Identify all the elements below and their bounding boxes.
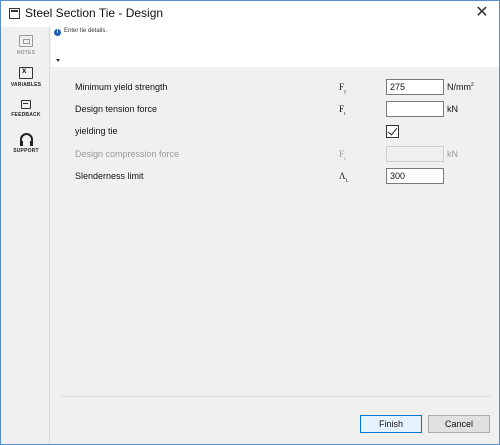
info-message: Enter tie details. bbox=[64, 28, 108, 34]
cancel-button[interactable]: Cancel bbox=[428, 415, 490, 433]
field-symbol: Ft bbox=[339, 104, 346, 117]
close-button[interactable]: ✕ bbox=[465, 1, 499, 27]
form-row-yielding-tie: yielding tie bbox=[51, 122, 499, 142]
sidebar-item-label: NOTES bbox=[16, 50, 36, 56]
title-bar[interactable]: Steel Section Tie - Design ✕ bbox=[1, 1, 499, 27]
field-symbol: Fc bbox=[339, 149, 347, 162]
sidebar-item-label: VARIABLES bbox=[10, 82, 42, 88]
sidebar: NOTES VARIABLES FEEDBACK SUPPORT bbox=[2, 27, 50, 444]
field-symbol: Fy bbox=[339, 82, 347, 95]
window-title: Steel Section Tie - Design bbox=[25, 6, 164, 20]
field-label: yielding tie bbox=[75, 126, 118, 136]
sidebar-item-notes[interactable]: NOTES bbox=[2, 35, 50, 65]
form-row-tension-force: Design tension force Ft kN bbox=[51, 100, 499, 120]
variables-icon bbox=[19, 66, 33, 79]
tension-force-input[interactable] bbox=[386, 101, 444, 117]
field-label: Design tension force bbox=[75, 104, 158, 114]
sidebar-item-label: FEEDBACK bbox=[11, 112, 41, 118]
finish-button[interactable]: Finish bbox=[360, 415, 422, 433]
field-label: Minimum yield strength bbox=[75, 82, 168, 92]
slenderness-limit-input[interactable] bbox=[386, 168, 444, 184]
sidebar-item-variables[interactable]: VARIABLES bbox=[2, 66, 50, 97]
field-symbol: ΛL bbox=[339, 171, 349, 184]
field-unit: kN bbox=[447, 104, 458, 114]
form-row-slenderness-limit: Slenderness limit ΛL bbox=[51, 167, 499, 187]
sidebar-item-label: SUPPORT bbox=[13, 148, 39, 154]
field-unit: kN bbox=[447, 149, 458, 159]
field-unit: N/mm2 bbox=[447, 82, 474, 92]
app-icon bbox=[9, 8, 20, 19]
feedback-icon bbox=[21, 100, 31, 109]
field-label: Slenderness limit bbox=[75, 171, 144, 181]
yield-strength-input[interactable] bbox=[386, 79, 444, 95]
yielding-tie-checkbox[interactable] bbox=[386, 125, 399, 138]
form-row-yield-strength: Minimum yield strength Fy N/mm2 bbox=[51, 78, 499, 98]
dialog-window: Steel Section Tie - Design ✕ NOTES VARIA… bbox=[0, 0, 500, 445]
field-label: Design compression force bbox=[75, 149, 180, 159]
info-icon: i bbox=[54, 29, 61, 36]
compression-force-input bbox=[386, 146, 444, 162]
form-row-compression-force: Design compression force Fc kN bbox=[51, 145, 499, 165]
notes-icon bbox=[19, 35, 33, 47]
footer-divider bbox=[61, 396, 491, 397]
info-panel: i Enter tie details. bbox=[51, 27, 499, 67]
chevron-down-icon[interactable] bbox=[56, 59, 60, 62]
sidebar-item-support[interactable]: SUPPORT bbox=[2, 133, 50, 163]
sidebar-item-feedback[interactable]: FEEDBACK bbox=[2, 100, 50, 130]
headset-icon bbox=[19, 133, 33, 146]
